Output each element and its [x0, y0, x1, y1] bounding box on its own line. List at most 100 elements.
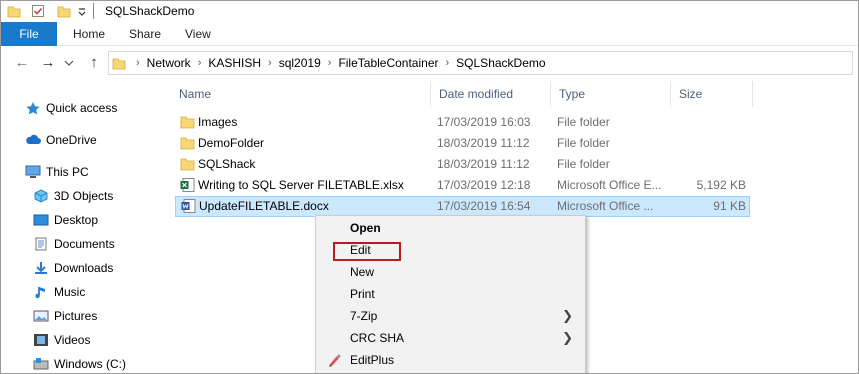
file-type: Microsoft Office E...: [557, 178, 662, 192]
menu-item-crc-sha[interactable]: CRC SHA ❯: [316, 327, 585, 349]
sidebar-item-label: Pictures: [54, 309, 98, 323]
documents-icon: [35, 237, 47, 251]
menu-item-label: CRC SHA: [350, 331, 405, 345]
sidebar-item-label: Documents: [54, 237, 115, 251]
sidebar-item-label: OneDrive: [46, 133, 97, 147]
file-date: 17/03/2019 12:18: [437, 178, 531, 192]
file-name: Writing to SQL Server FILETABLE.xlsx: [198, 178, 404, 192]
column-header-date-modified[interactable]: Date modified: [431, 81, 551, 107]
folder-icon: [180, 137, 195, 150]
column-header-type[interactable]: Type: [551, 81, 671, 107]
file-type: File folder: [557, 136, 610, 150]
star-icon: [26, 102, 40, 115]
chevron-down-icon[interactable]: [77, 4, 87, 18]
breadcrumb-sql2019[interactable]: sql2019: [279, 52, 321, 74]
cloud-icon: [26, 134, 41, 144]
title-divider: [93, 3, 94, 19]
file-type: Microsoft Office ...: [557, 199, 654, 213]
breadcrumb-separator-icon: ›: [136, 57, 140, 69]
sidebar-item-videos[interactable]: Videos: [1, 329, 161, 351]
editplus-icon: [329, 354, 341, 367]
sidebar-item-label: Music: [54, 285, 86, 299]
menu-item-editplus[interactable]: EditPlus: [316, 349, 585, 371]
sidebar-item-label: Quick access: [46, 101, 118, 115]
sidebar-item-this-pc[interactable]: This PC: [1, 161, 161, 183]
file-row-sqlshack[interactable]: SQLShack 18/03/2019 11:12 File folder: [175, 154, 750, 175]
sidebar-item-onedrive[interactable]: OneDrive: [1, 129, 161, 151]
breadcrumb-sqlshackdemo[interactable]: SQLShackDemo: [456, 52, 545, 74]
file-size: 5,192 KB: [696, 178, 746, 192]
file-size: 91 KB: [713, 199, 746, 213]
sidebar-item-desktop[interactable]: Desktop: [1, 209, 161, 231]
file-date: 18/03/2019 11:12: [437, 136, 530, 150]
breadcrumb-filetablecontainer[interactable]: FileTableContainer: [338, 52, 438, 74]
tab-share[interactable]: Share: [113, 22, 177, 46]
breadcrumb-separator-icon[interactable]: ›: [198, 52, 202, 74]
file-row-docx[interactable]: UpdateFILETABLE.docx 17/03/2019 16:54 Mi…: [175, 196, 750, 217]
back-arrow-icon[interactable]: ←: [13, 54, 31, 72]
cube-icon: [34, 189, 48, 203]
sidebar-item-documents[interactable]: Documents: [1, 233, 161, 255]
column-header-row: Name Date modified Type Size: [161, 81, 858, 107]
window-title: SQLShackDemo: [105, 4, 195, 18]
folder-icon[interactable]: [7, 4, 21, 18]
chevron-right-icon: ❯: [562, 308, 573, 323]
file-row-xlsx[interactable]: Writing to SQL Server FILETABLE.xlsx 17/…: [175, 175, 750, 196]
file-date: 18/03/2019 11:12: [437, 157, 530, 171]
explorer-window: SQLShackDemo File Home Share View ← → ↑ …: [0, 0, 859, 374]
videos-icon: [34, 334, 48, 346]
sidebar-item-windows-c[interactable]: Windows (C:): [1, 353, 161, 373]
file-name: DemoFolder: [198, 136, 265, 150]
new-folder-icon[interactable]: [57, 4, 71, 18]
edit-highlight-box: [333, 242, 401, 261]
menu-item-label: Print: [350, 287, 375, 301]
recent-locations-chevron-icon[interactable]: [64, 59, 74, 67]
context-menu: Open Edit New Print 7-Zip ❯ CRC SHA ❯ Ed…: [315, 215, 586, 373]
navigation-bar: ← → ↑ › Network › KASHISH › sql2019 › Fi…: [1, 47, 858, 79]
file-type: File folder: [557, 157, 610, 171]
menu-item-label: New: [350, 265, 375, 279]
sidebar-item-label: Windows (C:): [54, 357, 127, 371]
menu-item-7zip[interactable]: 7-Zip ❯: [316, 305, 585, 327]
sidebar-item-label: Downloads: [54, 261, 114, 275]
word-file-icon: [181, 199, 196, 213]
sidebar-item-label: This PC: [46, 165, 89, 179]
menu-item-open[interactable]: Open: [316, 217, 585, 239]
sidebar-item-downloads[interactable]: Downloads: [1, 257, 161, 279]
menu-item-label: EditPlus: [350, 353, 395, 367]
file-date: 17/03/2019 16:03: [437, 115, 531, 129]
chevron-right-icon: ❯: [562, 330, 573, 345]
file-row-demofolder[interactable]: DemoFolder 18/03/2019 11:12 File folder: [175, 133, 750, 154]
folder-icon: [180, 158, 195, 171]
sidebar-item-music[interactable]: Music: [1, 281, 161, 303]
properties-check-icon[interactable]: [31, 4, 45, 18]
menu-item-new[interactable]: New: [316, 261, 585, 283]
sidebar-item-pictures[interactable]: Pictures: [1, 305, 161, 327]
file-name: SQLShack: [198, 157, 256, 171]
file-date: 17/03/2019 16:54: [437, 199, 531, 213]
breadcrumb-network[interactable]: Network: [147, 52, 191, 74]
breadcrumb-separator-icon[interactable]: ›: [446, 52, 450, 74]
column-header-name[interactable]: Name: [161, 81, 431, 107]
sidebar-item-label: Desktop: [54, 213, 99, 227]
breadcrumb-separator-icon[interactable]: ›: [328, 52, 332, 74]
download-icon: [35, 262, 47, 274]
breadcrumb: › Network › KASHISH › sql2019 › FileTabl…: [129, 52, 546, 74]
tab-file[interactable]: File: [1, 22, 57, 46]
ribbon-tabs: File Home Share View: [1, 22, 858, 46]
excel-file-icon: [180, 178, 195, 192]
up-arrow-icon[interactable]: ↑: [85, 54, 103, 72]
music-icon: [35, 287, 45, 299]
breadcrumb-separator-icon[interactable]: ›: [268, 52, 272, 74]
menu-item-print[interactable]: Print: [316, 283, 585, 305]
sidebar-item-3d-objects[interactable]: 3D Objects: [1, 185, 161, 207]
breadcrumb-kashish[interactable]: KASHISH: [208, 52, 261, 74]
file-row-images[interactable]: Images 17/03/2019 16:03 File folder: [175, 112, 750, 133]
tab-view[interactable]: View: [169, 22, 227, 46]
forward-arrow-icon[interactable]: →: [39, 54, 57, 72]
menu-item-label: Open: [350, 221, 381, 235]
sidebar-item-quick-access[interactable]: Quick access: [1, 97, 161, 119]
address-bar[interactable]: › Network › KASHISH › sql2019 › FileTabl…: [108, 51, 853, 75]
tab-home[interactable]: Home: [57, 22, 121, 46]
column-header-size[interactable]: Size: [671, 81, 753, 107]
